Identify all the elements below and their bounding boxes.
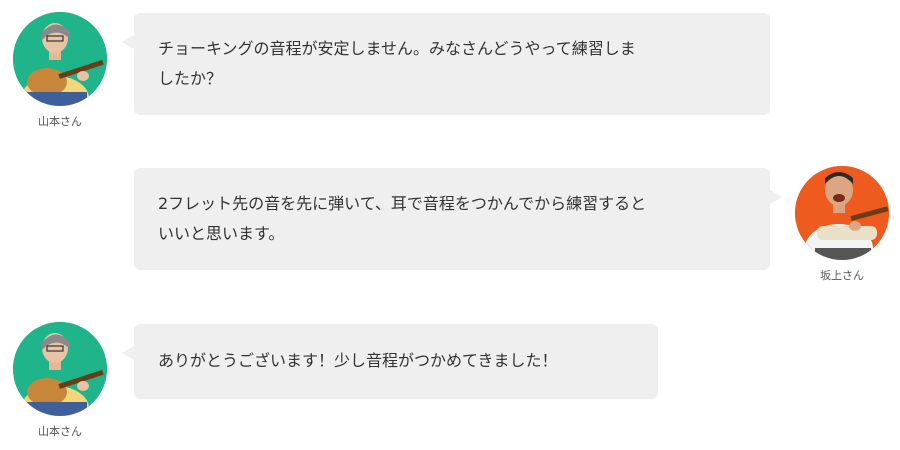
- sender-name: 坂上さん: [820, 269, 864, 282]
- guitarist-avatar-icon: [13, 12, 107, 106]
- guitarist-avatar-icon: [13, 322, 107, 416]
- avatar[interactable]: [795, 166, 889, 260]
- avatar[interactable]: [13, 12, 107, 106]
- sender-block: 山本さん: [10, 322, 110, 438]
- message-text-line: チョーキングの音程が安定しません。みなさんどうやって練習しま: [158, 39, 636, 58]
- guitarist-avatar-icon: [795, 166, 889, 260]
- chat-bubble: 2フレット先の音を先に弾いて、耳で音程をつかんでから練習すると いいと思います。: [134, 168, 782, 270]
- sender-block: 山本さん: [10, 12, 110, 128]
- avatar[interactable]: [13, 322, 107, 416]
- sender-block: 坂上さん: [792, 166, 892, 282]
- message-text-line: 2フレット先の音を先に弾いて、耳で音程をつかんでから練習すると: [158, 194, 647, 213]
- message-text-line: いいと思います。: [158, 224, 285, 243]
- message-text-line: したか？: [158, 69, 223, 88]
- chat-bubble: ありがとうございます！少し音程がつかめてきました！: [122, 324, 658, 399]
- sender-name: 山本さん: [38, 115, 82, 128]
- chat-bubble: チョーキングの音程が安定しません。みなさんどうやって練習しま したか？: [122, 13, 770, 115]
- sender-name: 山本さん: [38, 425, 82, 438]
- message-text-line: ありがとうございます！少し音程がつかめてきました！: [158, 351, 558, 370]
